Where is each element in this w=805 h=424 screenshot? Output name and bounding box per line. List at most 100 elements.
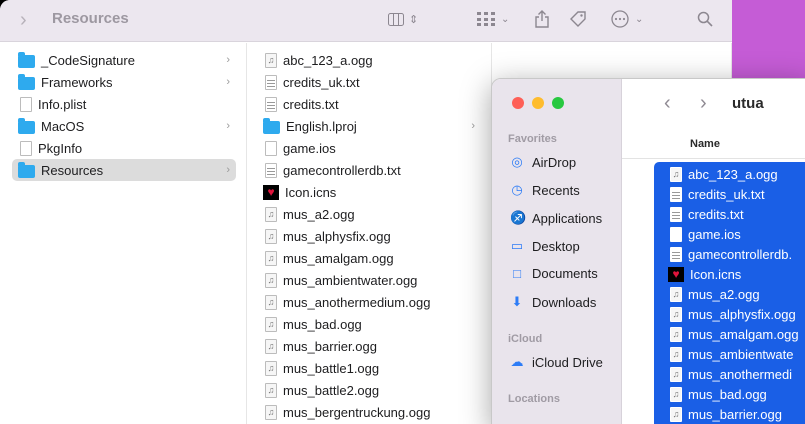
chevron-right-icon: › — [226, 76, 230, 88]
group-grid-icon[interactable]: ⌄ — [477, 8, 509, 30]
sidebar-item-icloud-drive[interactable]: ☁ iCloud Drive — [510, 354, 603, 370]
toolbar: ‹ › utua — [622, 79, 805, 129]
zoom-button[interactable] — [552, 97, 564, 109]
sidebar-item-documents[interactable]: □ Documents — [510, 266, 598, 281]
list-item[interactable]: ♫ mus_battle1.ogg — [247, 357, 491, 379]
list-item[interactable]: ♫ mus_alphysfix.ogg — [654, 304, 805, 324]
list-item[interactable]: ♫ mus_a2.ogg — [654, 284, 805, 304]
tag-icon[interactable] — [569, 8, 587, 30]
list-item[interactable]: Info.plist — [12, 93, 236, 115]
list-item[interactable]: _CodeSignature › — [12, 49, 236, 71]
list-item[interactable]: ♫ abc_123_a.ogg — [654, 164, 805, 184]
item-label: MacOS — [41, 118, 85, 134]
minimize-button[interactable] — [532, 97, 544, 109]
sidebar-item-downloads[interactable]: ⬇ Downloads — [510, 294, 597, 310]
toolbar: › Resources ⇕ ⌄ ⌄ — [0, 0, 732, 42]
list-item[interactable]: credits_uk.txt — [247, 71, 491, 93]
item-label: abc_123_a.ogg — [283, 52, 373, 68]
list-item[interactable]: ♫ mus_anothermedium.ogg — [247, 291, 491, 313]
sidebar-item-applications[interactable]: ♐ Applications — [510, 210, 602, 226]
audio-icon: ♫ — [670, 366, 682, 382]
list-item[interactable]: ♫ mus_battle2.ogg — [247, 379, 491, 401]
list-item[interactable]: ♫ mus_a2.ogg — [247, 203, 491, 225]
folder-icon — [18, 161, 35, 178]
item-label: gamecontrollerdb. — [688, 246, 793, 262]
list-item[interactable]: ♥ Icon.icns — [654, 264, 805, 284]
list-item[interactable]: ♫ mus_barrier.ogg — [247, 335, 491, 357]
list-item[interactable]: ♫ mus_ambientwate — [654, 344, 805, 364]
sidebar-item-desktop[interactable]: ▭ Desktop — [510, 238, 580, 254]
chevron-right-icon: › — [226, 120, 230, 132]
sidebar-item-airdrop[interactable]: ◎ AirDrop — [510, 154, 576, 170]
txt-icon — [670, 206, 682, 222]
list-item[interactable]: ♫ mus_alphysfix.ogg — [247, 225, 491, 247]
more-actions-icon[interactable]: ⌄ — [611, 8, 643, 30]
list-item[interactable]: ♫ mus_ambientwater.ogg — [247, 269, 491, 291]
audio-icon: ♫ — [265, 206, 277, 222]
audio-icon: ♫ — [265, 52, 277, 68]
list-item[interactable]: credits.txt — [247, 93, 491, 115]
item-label: mus_alphysfix.ogg — [283, 228, 391, 244]
list-item[interactable]: credits_uk.txt — [654, 184, 805, 204]
list-item[interactable]: PkgInfo — [12, 137, 236, 159]
list-item[interactable]: gamecontrollerdb. — [654, 244, 805, 264]
close-button[interactable] — [512, 97, 524, 109]
locations-section-label: Locations — [508, 393, 560, 405]
list-item[interactable]: ♥ Icon.icns — [247, 181, 491, 203]
list-item[interactable]: ♫ mus_bergentruckung.ogg — [247, 401, 491, 423]
list-item[interactable]: ♫ mus_anothermedi — [654, 364, 805, 384]
column-resources: ♫ abc_123_a.ogg credits_uk.txt credits.txt E… — [247, 43, 492, 424]
doc-icon — [20, 140, 32, 156]
list-item[interactable]: ♫ abc_123_a.ogg — [247, 49, 491, 71]
item-label: Icon.icns — [285, 184, 337, 200]
item-label: mus_ambientwater.ogg — [283, 272, 418, 288]
item-label: Info.plist — [38, 96, 87, 112]
sidebar-item-recents[interactable]: ◷ Recents — [510, 182, 579, 198]
view-columns-icon[interactable]: ⇕ — [388, 8, 418, 30]
list-item[interactable]: credits.txt — [654, 204, 805, 224]
audio-icon: ♫ — [670, 406, 682, 422]
item-label: credits_uk.txt — [283, 74, 360, 90]
share-icon[interactable] — [535, 8, 549, 30]
file-list: ♫ abc_123_a.ogg credits_uk.txt credits.txt g… — [654, 162, 805, 424]
list-item[interactable]: game.ios — [654, 224, 805, 244]
item-label: Icon.icns — [690, 266, 742, 282]
list-item[interactable]: Resources › — [12, 159, 236, 181]
audio-icon: ♫ — [265, 338, 277, 354]
audio-icon: ♫ — [670, 306, 682, 322]
list-item[interactable]: Frameworks › — [12, 71, 236, 93]
sidebar-item-label: Desktop — [532, 238, 580, 254]
list-item[interactable]: ♫ mus_amalgam.ogg — [654, 324, 805, 344]
sidebar-item-label: Downloads — [532, 294, 597, 310]
list-item[interactable]: MacOS › — [12, 115, 236, 137]
audio-icon: ♫ — [265, 272, 277, 288]
list-item[interactable]: English.lproj › — [247, 115, 491, 137]
column-header-name[interactable]: Name — [622, 131, 805, 159]
item-label: game.ios — [688, 226, 741, 242]
audio-icon: ♫ — [265, 404, 277, 420]
item-label: mus_battle1.ogg — [283, 360, 380, 376]
airdrop-icon: ◎ — [511, 154, 523, 169]
list-item[interactable]: game.ios — [247, 137, 491, 159]
item-label: credits_uk.txt — [688, 186, 765, 202]
forward-chevron-icon[interactable]: › — [700, 92, 707, 115]
list-item[interactable]: ♫ mus_amalgam.ogg — [247, 247, 491, 269]
list-item[interactable]: ♫ mus_bad.ogg — [247, 313, 491, 335]
sidebar-item-label: iCloud Drive — [532, 354, 603, 370]
item-label: mus_a2.ogg — [283, 206, 355, 222]
item-label: game.ios — [283, 140, 336, 156]
audio-icon: ♫ — [265, 382, 277, 398]
item-label: mus_anothermedium.ogg — [283, 294, 431, 310]
item-label: mus_alphysfix.ogg — [688, 306, 796, 322]
back-chevron-icon[interactable]: › — [20, 9, 27, 32]
list-item[interactable]: gamecontrollerdb.txt — [247, 159, 491, 181]
list-item[interactable]: ♫ mus_bad.ogg — [654, 384, 805, 404]
clock-icon: ◷ — [511, 182, 523, 197]
sidebar-item-label: Documents — [532, 266, 598, 281]
item-label: _CodeSignature — [41, 52, 135, 68]
back-chevron-icon[interactable]: ‹ — [664, 92, 671, 115]
list-item[interactable]: ♫ mus_barrier.ogg — [654, 404, 805, 424]
search-icon[interactable] — [697, 8, 713, 30]
audio-icon: ♫ — [265, 294, 277, 310]
item-label: English.lproj — [286, 118, 357, 134]
